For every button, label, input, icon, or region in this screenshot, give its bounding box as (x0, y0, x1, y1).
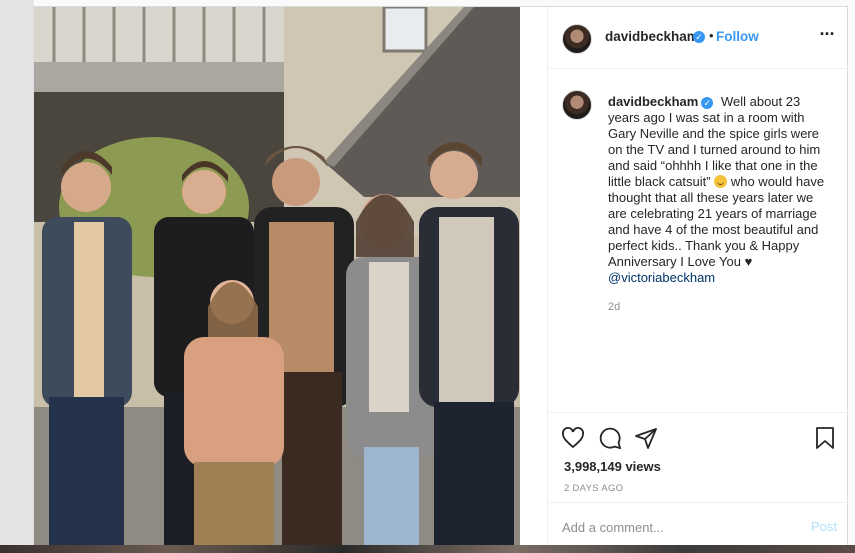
separator-dot: • (709, 28, 714, 43)
post-side-panel: davidbeckham ✓ • Follow ··· davidbeckham… (547, 7, 849, 546)
caption-text: davidbeckham ✓ Well about 23 years ago I … (608, 94, 828, 286)
background-overlay (0, 0, 34, 553)
action-bar: 3,998,149 views 2 DAYS AGO Post (548, 412, 849, 552)
post-comment-button[interactable]: Post (811, 519, 837, 534)
verified-badge-icon: ✓ (701, 97, 714, 109)
posted-date: 2 DAYS AGO (564, 483, 624, 494)
header-username[interactable]: davidbeckham (605, 29, 699, 44)
post-modal: davidbeckham ✓ • Follow ··· davidbeckham… (33, 6, 849, 547)
comment-icon[interactable] (598, 426, 624, 452)
avatar[interactable] (562, 24, 592, 54)
grinning-face-emoji-icon (714, 175, 728, 188)
heart-icon[interactable] (561, 426, 587, 452)
caption-section: davidbeckham ✓ Well about 23 years ago I … (548, 70, 849, 411)
view-count[interactable]: 3,998,149 views (564, 459, 661, 474)
verified-badge-icon: ✓ (693, 31, 705, 43)
caption-avatar[interactable] (562, 90, 592, 120)
comment-input[interactable] (562, 517, 782, 537)
post-header: davidbeckham ✓ • Follow ··· (548, 7, 849, 69)
mention-link[interactable]: @victoriabeckham (608, 270, 828, 286)
caption-username[interactable]: davidbeckham (608, 94, 698, 109)
follow-button[interactable]: Follow (716, 29, 759, 44)
comment-form: Post (548, 502, 849, 549)
bookmark-icon[interactable] (813, 426, 839, 452)
browser-frame: davidbeckham ✓ • Follow ··· davidbeckham… (0, 0, 855, 553)
share-icon[interactable] (634, 426, 660, 452)
background-thumbnails (0, 545, 855, 553)
more-options-icon[interactable]: ··· (818, 25, 836, 45)
caption-age: 2d (608, 301, 621, 313)
post-photo[interactable] (34, 7, 520, 546)
